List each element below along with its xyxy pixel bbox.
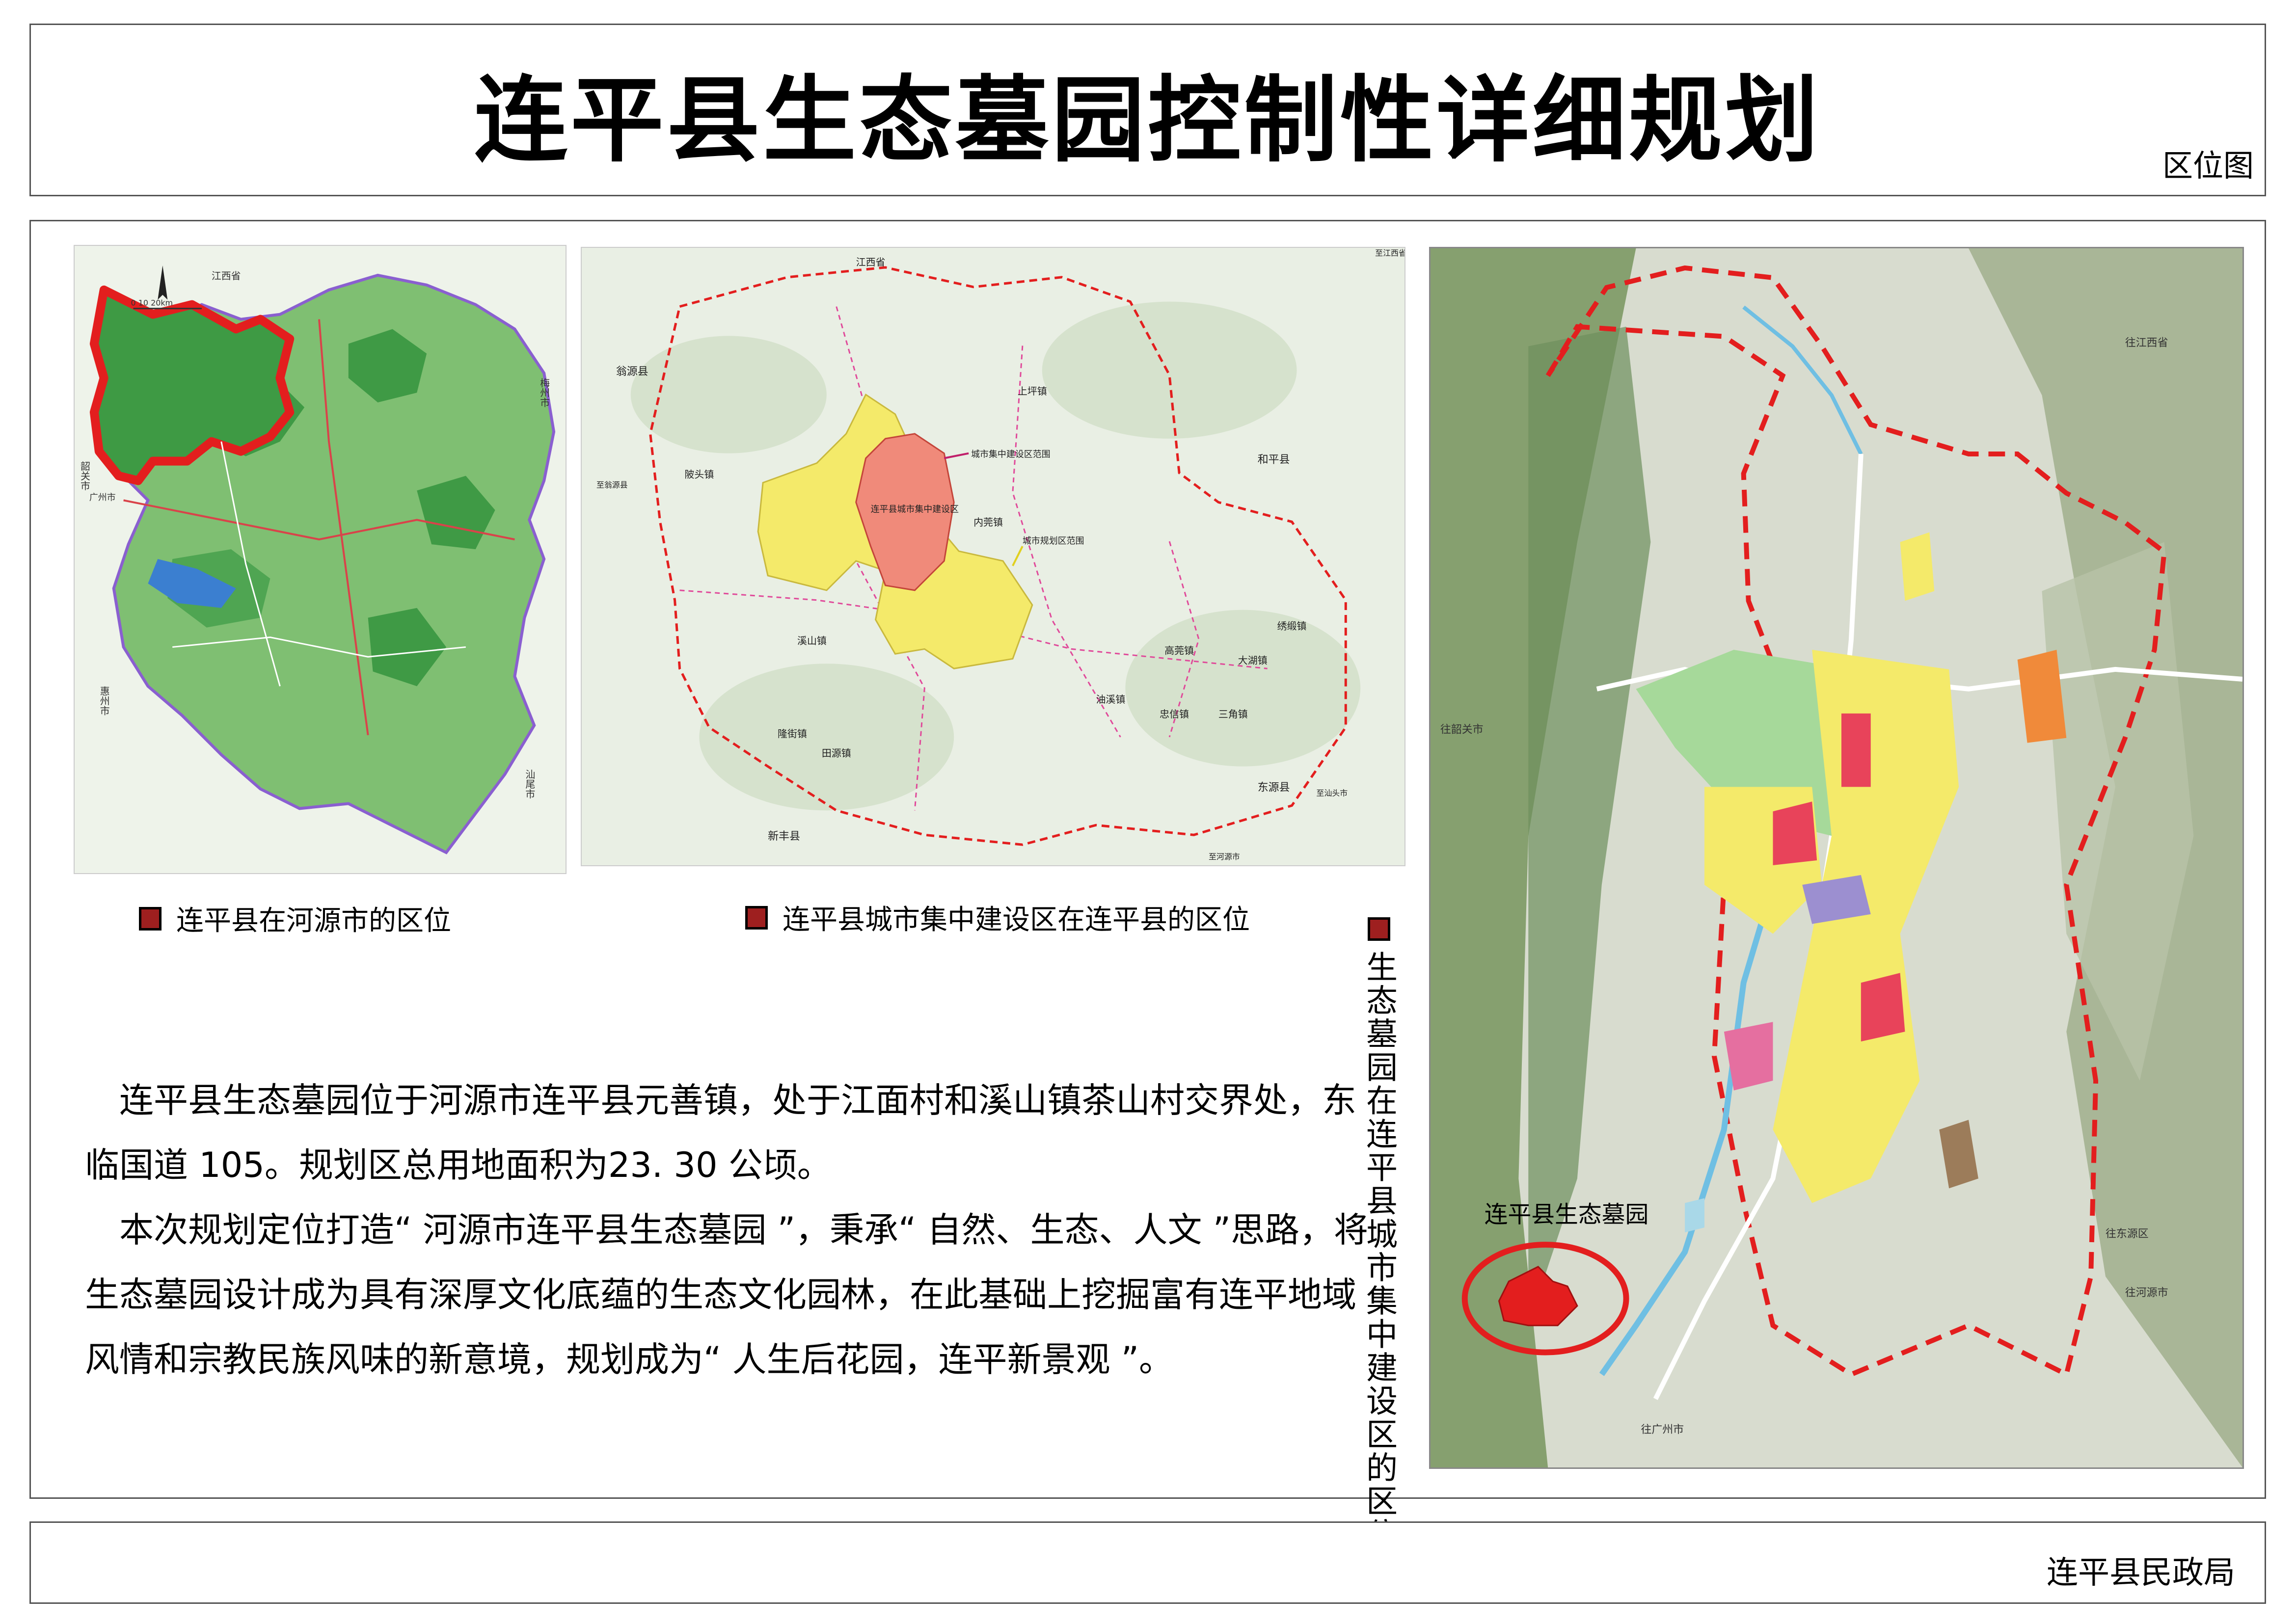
map1-label-jiangxi: 江西省: [212, 270, 241, 282]
title-panel: 连平县生态墓园控制性详细规划 区位图: [29, 24, 2266, 196]
map2-label-wengyuan: 翁源县: [616, 366, 648, 378]
description-paragraph-2: 本次规划定位打造“ 河源市连平县生态墓园 ”，秉承“ 自然、生态、人文 ”思路，…: [85, 1210, 1369, 1380]
lianping-map-graphic: 江西省 翁源县 和平县 东源县 新丰县 上坪镇 陂头镇 内莞镇 溪山镇 隆街镇 …: [582, 248, 1405, 865]
footer-org: 连平县民政局: [2047, 1555, 2235, 1591]
map1-label-guangzhou: 广州市: [89, 492, 116, 503]
main-panel: 0 10 20km 江西省 梅州市 韶关市 惠州市 广州市 汕尾市 江西省 翁源…: [29, 220, 2266, 1551]
map2-label-to-jiangxi: 至江西省: [1375, 248, 1405, 258]
heyuan-location-map: 0 10 20km 江西省 梅州市 韶关市 惠州市 广州市 汕尾市: [74, 245, 567, 874]
map3-label-to-shaoguan: 往韶关市: [1440, 724, 1484, 736]
description-paragraph-1: 连平县生态墓园位于河源市连平县元善镇，处于江面村和溪山镇茶山村交界处，东临国道 …: [85, 1080, 1356, 1185]
map2-label-xinfeng: 新丰县: [768, 830, 800, 843]
central-area-map: 连平县生态墓园 往江西省 往韶关市 往东源区 往河源市 往广州市: [1429, 247, 2244, 1469]
legend-swatch-icon: [745, 905, 768, 930]
map2-label-red-range: 城市集中建设区范围: [971, 450, 1051, 460]
map2-label-yellow-range: 城市规划区范围: [1023, 536, 1084, 546]
map1-label-shanwei: 汕尾市: [524, 769, 535, 798]
map3-label-to-dongyuan: 往东源区: [2106, 1228, 2149, 1240]
map2-label-zhongxin: 忠信镇: [1160, 708, 1189, 720]
map2-label-heping: 和平县: [1258, 454, 1290, 466]
map2-label-longjie: 隆街镇: [778, 728, 807, 740]
page-subtitle: 区位图: [2162, 148, 2254, 184]
map2-label-shaotou: 陂头镇: [685, 469, 714, 480]
map2-label-center: 连平县城市集中建设区: [871, 504, 959, 514]
legend-heyuan: 连平县在河源市的区位: [139, 899, 451, 938]
legend-swatch-icon: [139, 906, 162, 931]
heyuan-map-graphic: 0 10 20km 江西省 梅州市 韶关市 惠州市 广州市 汕尾市: [75, 246, 566, 873]
legend-swatch-icon: [1368, 917, 1390, 941]
map2-label-gaoguan: 高莞镇: [1164, 644, 1194, 656]
legend-heyuan-text: 连平县在河源市的区位: [176, 905, 451, 937]
map3-label-cemetery: 连平县生态墓园: [1485, 1201, 1649, 1228]
map2-label-sanjiao: 三角镇: [1218, 708, 1248, 720]
map2-label-youxi: 油溪镇: [1096, 693, 1126, 705]
legend-county-text: 连平县城市集中建设区在连平县的区位: [783, 904, 1250, 936]
map2-label-shangping: 上坪镇: [1018, 385, 1047, 397]
map3-label-to-heyuan: 往河源市: [2125, 1287, 2168, 1299]
map2-label-xiuzhuan: 绣缎镇: [1277, 620, 1307, 632]
map2-label-neiguan: 内莞镇: [973, 516, 1003, 528]
lianping-county-map: 江西省 翁源县 和平县 东源县 新丰县 上坪镇 陂头镇 内莞镇 溪山镇 隆街镇 …: [581, 247, 1405, 866]
central-area-graphic: 连平县生态墓园 往江西省 往韶关市 往东源区 往河源市 往广州市: [1431, 248, 2242, 1467]
map2-label-dahu: 大湖镇: [1238, 654, 1268, 666]
map2-label-dongyuan: 东源县: [1258, 781, 1290, 794]
footer-panel: 连平县民政局: [29, 1521, 2266, 1604]
map1-label-huizhou: 惠州市: [98, 686, 109, 716]
description-text: 连平县生态墓园位于河源市连平县元善镇，处于江面村和溪山镇茶山村交界处，东临国道 …: [85, 1068, 1371, 1392]
map2-label-to-wengyuan: 至翁源县: [596, 480, 628, 489]
legend-county: 连平县城市集中建设区在连平县的区位: [745, 898, 1250, 937]
map2-label-to-heyuan: 至河源市: [1209, 852, 1240, 861]
map2-label-tianyuan: 田源镇: [822, 747, 851, 759]
map3-label-to-jiangxi: 往江西省: [2125, 337, 2168, 349]
map1-scale: 0 10 20km: [131, 298, 173, 308]
page-title: 连平县生态墓园控制性详细规划: [474, 66, 1821, 175]
map2-label-to-shantou: 至汕头市: [1316, 788, 1348, 798]
map2-label-jiangxi: 江西省: [856, 256, 886, 268]
map2-label-xishan: 溪山镇: [797, 635, 827, 646]
map1-label-shaoguan: 韶关市: [79, 461, 90, 490]
map1-label-meizhou: 梅州市: [539, 378, 550, 407]
map3-label-to-guangzhou: 往广州市: [1641, 1424, 1684, 1436]
